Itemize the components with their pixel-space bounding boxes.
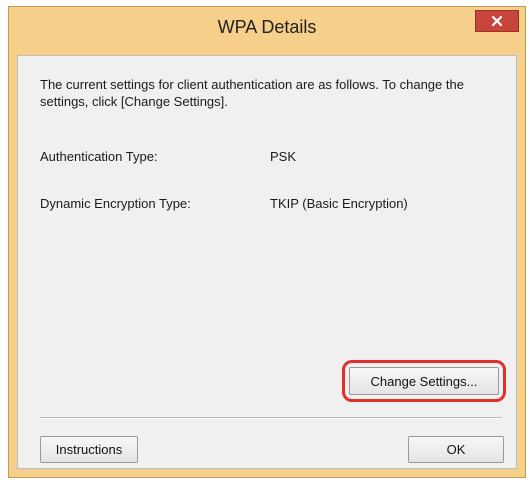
encryption-type-value: TKIP (Basic Encryption) [270,196,408,211]
dialog-content: The current settings for client authenti… [17,55,517,469]
title-bar[interactable]: WPA Details [9,7,525,55]
encryption-type-label: Dynamic Encryption Type: [40,196,191,211]
separator [40,417,502,419]
wpa-details-window: WPA Details The current settings for cli… [8,6,526,478]
close-button[interactable] [475,10,519,32]
window-title: WPA Details [217,17,317,37]
change-settings-button[interactable]: Change Settings... [349,367,499,395]
intro-text: The current settings for client authenti… [40,77,464,109]
auth-type-value: PSK [270,149,297,164]
ok-button[interactable]: OK [408,436,504,463]
close-icon [491,15,503,27]
instructions-button[interactable]: Instructions [40,436,138,463]
auth-type-label: Authentication Type: [40,149,158,164]
